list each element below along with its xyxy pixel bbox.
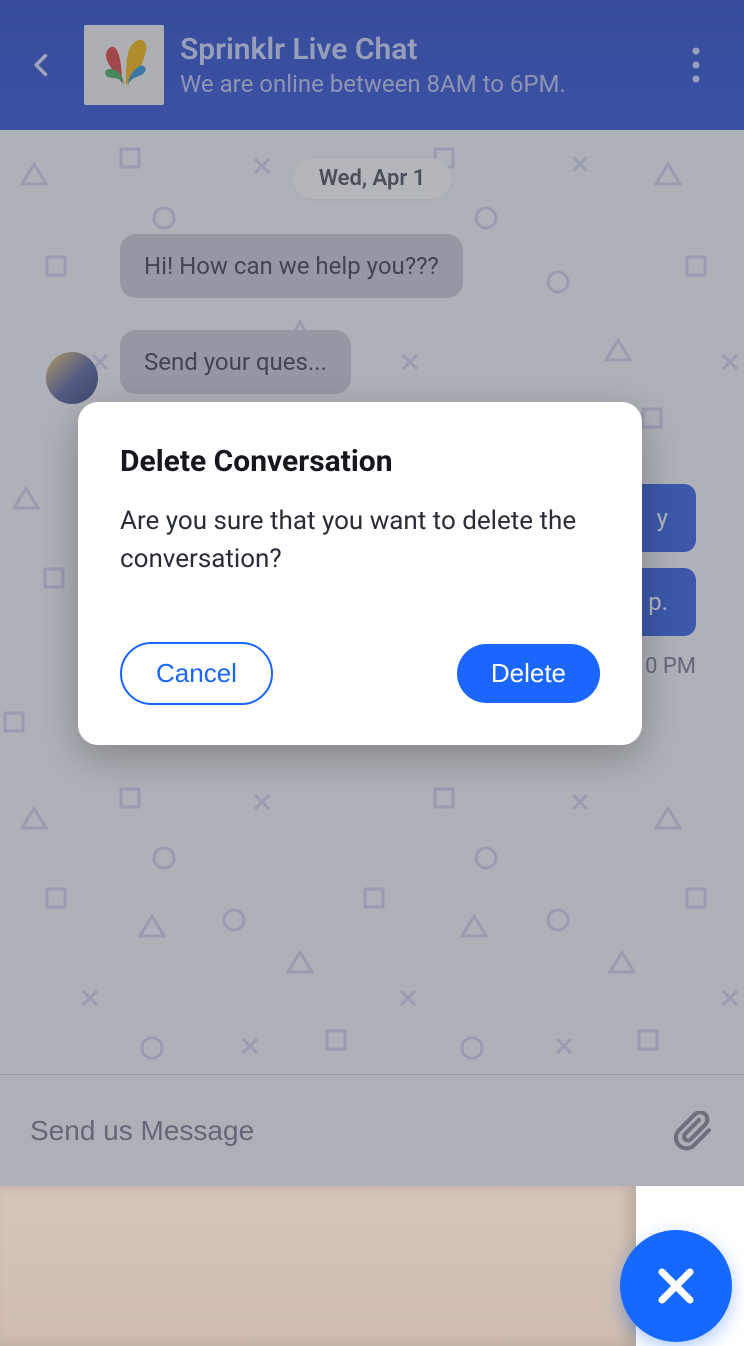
modal-actions: Cancel Delete [120,642,600,705]
page-background-strip [0,1186,636,1346]
modal-title: Delete Conversation [120,444,600,479]
modal-body: Are you sure that you want to delete the… [120,503,600,578]
delete-button[interactable]: Delete [457,644,600,703]
close-chat-fab[interactable] [620,1230,732,1342]
cancel-button[interactable]: Cancel [120,642,273,705]
close-icon [655,1265,697,1307]
delete-conversation-modal: Delete Conversation Are you sure that yo… [78,402,642,745]
